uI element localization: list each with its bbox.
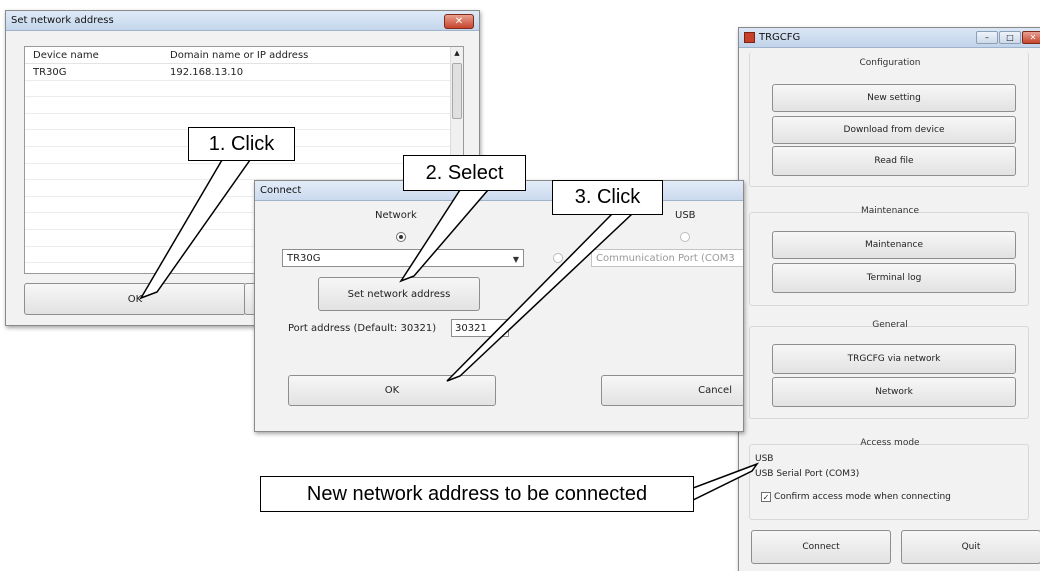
- step-3-callout: 3. Click: [552, 180, 663, 215]
- callout-3-pointer: [446, 213, 634, 382]
- callout-2-pointer: [399, 189, 490, 283]
- step-1-callout: 1. Click: [188, 127, 295, 161]
- new-network-address-note: New network address to be connected: [260, 476, 694, 512]
- step-2-callout: 2. Select: [403, 155, 526, 191]
- callout-1-pointer: [139, 159, 252, 300]
- note-pointer: [692, 462, 760, 502]
